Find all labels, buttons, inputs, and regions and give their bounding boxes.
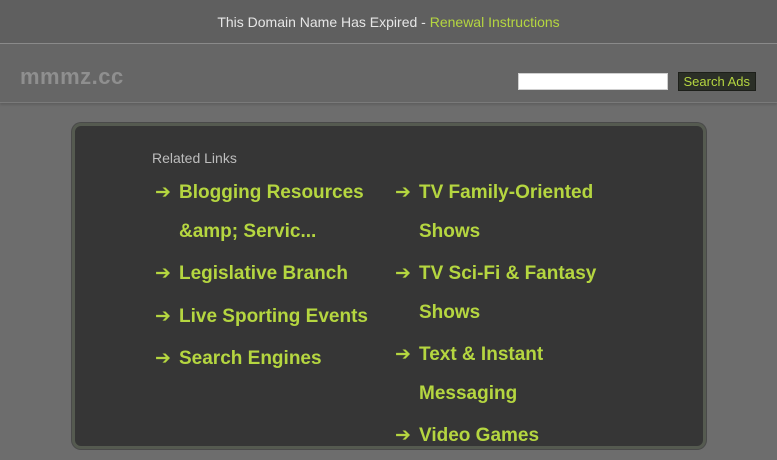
related-link-label: TV Family-Oriented Shows [419, 182, 594, 242]
site-header: mmmz.cc Search Ads [0, 44, 777, 103]
arrow-right-icon: ➔ [395, 182, 411, 203]
arrow-right-icon: ➔ [395, 344, 411, 365]
site-logo: mmmz.cc [20, 64, 124, 89]
search-input[interactable] [517, 73, 668, 90]
related-link-label: Search Engines [179, 348, 322, 369]
arrow-right-icon: ➔ [155, 263, 171, 284]
search-ads-button[interactable]: Search Ads [677, 72, 756, 91]
related-link-label: TV Sci-Fi & Fantasy Shows [419, 263, 597, 323]
related-link-label: Text & Instant Messaging [419, 344, 544, 404]
arrow-right-icon: ➔ [155, 182, 171, 203]
related-link-blogging-resources[interactable]: ➔ Blogging Resources &amp; Servic... [155, 174, 385, 251]
arrow-right-icon: ➔ [155, 305, 171, 327]
arrow-right-icon: ➔ [155, 348, 171, 369]
related-link-legislative-branch[interactable]: ➔ Legislative Branch [155, 255, 385, 294]
expired-banner: This Domain Name Has Expired - Renewal I… [0, 0, 777, 44]
related-link-tv-sci-fi-fantasy-shows[interactable]: ➔ TV Sci-Fi & Fantasy Shows [395, 255, 625, 332]
related-link-label: Blogging Resources &amp; Servic... [179, 182, 364, 242]
related-links-panel: Related Links ➔ Blogging Resources &amp;… [72, 123, 706, 449]
related-link-search-engines[interactable]: ➔ Search Engines [155, 340, 385, 379]
renewal-instructions-link[interactable]: Renewal Instructions [430, 14, 560, 30]
related-links-title: Related Links [152, 150, 237, 166]
expired-notice: This Domain Name Has Expired - [217, 13, 426, 30]
related-links-left-column: ➔ Blogging Resources &amp; Servic... ➔ L… [155, 174, 385, 383]
related-links-right-column: ➔ TV Family-Oriented Shows ➔ TV Sci-Fi &… [395, 174, 625, 460]
related-link-live-sporting-events[interactable]: ➔ Live Sporting Events [155, 298, 385, 337]
related-link-tv-family-oriented-shows[interactable]: ➔ TV Family-Oriented Shows [395, 174, 625, 251]
arrow-right-icon: ➔ [395, 263, 411, 284]
related-link-text-instant-messaging[interactable]: ➔ Text & Instant Messaging [395, 336, 625, 413]
related-link-label: Legislative Branch [179, 263, 348, 284]
search-bar: Search Ads [517, 72, 756, 91]
related-link-label: Live Sporting Events [179, 305, 368, 327]
